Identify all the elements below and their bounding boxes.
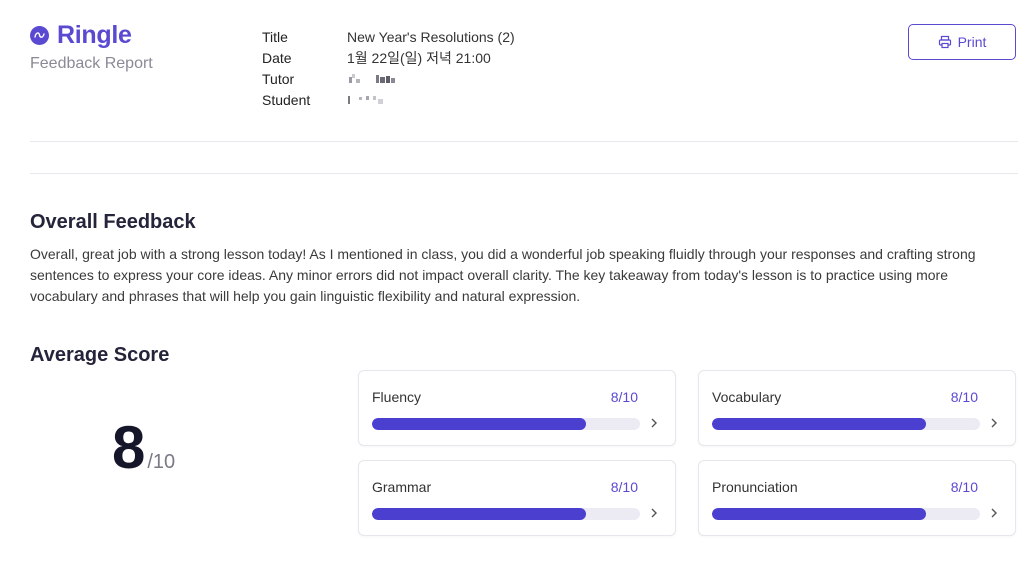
meta-value: [347, 92, 387, 108]
score-card-label: Fluency: [372, 389, 422, 405]
divider: [30, 173, 1018, 174]
meta-row-date: Date 1월 22일(일) 저녁 21:00: [262, 47, 515, 68]
average-score-value: 8 /10: [112, 418, 175, 478]
score-card-label: Grammar: [372, 479, 432, 495]
score-card-pronunciation[interactable]: Pronunciation 8/10: [698, 460, 1016, 536]
lesson-meta: Title New Year's Resolutions (2) Date 1월…: [262, 26, 515, 110]
chevron-right-icon: [991, 418, 997, 428]
score-card-label: Pronunciation: [712, 479, 798, 495]
meta-value: 1월 22일(일) 저녁 21:00: [347, 49, 491, 66]
redacted-name-image: [349, 73, 395, 83]
print-button[interactable]: Print: [908, 24, 1016, 60]
average-score-number: 8: [112, 414, 146, 481]
meta-row-student: Student: [262, 89, 515, 110]
chevron-right-icon: [651, 418, 657, 428]
score-card-vocabulary[interactable]: Vocabulary 8/10: [698, 370, 1016, 446]
ringle-logo[interactable]: Ringle: [30, 21, 132, 50]
score-progress-fill: [372, 508, 587, 520]
score-card-fluency[interactable]: Fluency 8/10: [358, 370, 676, 446]
print-button-label: Print: [957, 34, 987, 50]
score-card-value: 8/10: [610, 389, 638, 405]
score-card-label: Vocabulary: [712, 389, 782, 405]
score-card-value: 8/10: [950, 389, 978, 405]
ringle-logo-icon: [30, 26, 49, 45]
score-card-value: 8/10: [610, 479, 638, 495]
score-progress-bar: [372, 508, 640, 520]
score-progress-fill: [712, 508, 927, 520]
redacted-name-image: [348, 95, 383, 104]
meta-key: Date: [262, 49, 292, 66]
overall-feedback-heading: Overall Feedback: [30, 211, 196, 233]
score-progress-bar: [372, 418, 640, 430]
meta-key: Student: [262, 91, 311, 108]
meta-key: Title: [262, 28, 288, 45]
score-progress-fill: [372, 418, 587, 430]
average-score-denominator: /10: [147, 451, 176, 473]
brand-name: Ringle: [57, 21, 132, 49]
chevron-right-icon: [651, 508, 657, 518]
meta-value: [347, 71, 397, 87]
meta-row-title: Title New Year's Resolutions (2): [262, 26, 515, 47]
meta-key: Tutor: [262, 70, 295, 87]
score-card-value: 8/10: [950, 479, 978, 495]
meta-value: New Year's Resolutions (2): [347, 28, 515, 45]
chevron-right-icon: [991, 508, 997, 518]
report-subtitle: Feedback Report: [30, 55, 153, 72]
divider: [30, 141, 1018, 142]
printer-icon: [938, 35, 951, 49]
meta-row-tutor: Tutor: [262, 68, 515, 89]
score-progress-bar: [712, 418, 980, 430]
score-card-grammar[interactable]: Grammar 8/10: [358, 460, 676, 536]
overall-feedback-text: Overall, great job with a strong lesson …: [30, 246, 976, 304]
score-progress-fill: [712, 418, 927, 430]
score-progress-bar: [712, 508, 980, 520]
average-score-heading: Average Score: [30, 344, 170, 366]
